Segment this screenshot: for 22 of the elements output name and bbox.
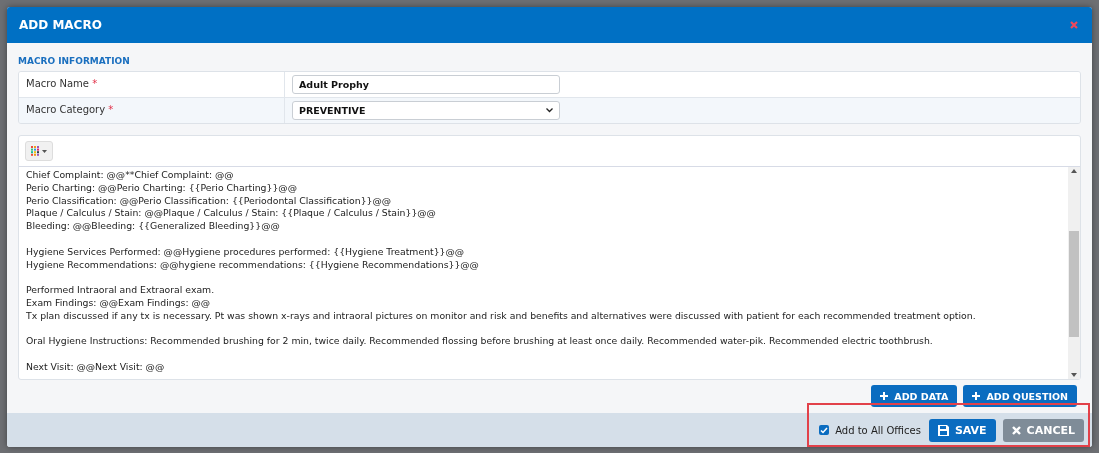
editor-text-line: Plaque / Calculus / Stain: @@Plaque / Calculus / Stain: {{Plaque / Calculus / Stain}}@@ <box>26 207 437 221</box>
save-button[interactable]: SAVE <box>928 418 996 442</box>
editor-text-line: Perio Charting: @@Perio Charting: {{Perio Charting}}@@ <box>26 181 298 195</box>
field-label: Macro Category * <box>19 98 285 123</box>
editor-text-line: Tx plan discussed if any tx is necessary. Pt was shown x-rays and intraoral pictures on monitor and risk and benefits and alternatives were discussed with patient for each recommended treatment option. <box>26 309 977 323</box>
dialog-title: ADD MACRO <box>19 18 102 32</box>
editor-text-line: Performed Intraoral and Extraoral exam. <box>26 284 216 297</box>
checkbox-label: Add to All Offices <box>835 424 921 436</box>
add-button[interactable]: ADD DATA <box>871 385 958 407</box>
category-dropdown[interactable]: PREVENTIVE <box>292 101 560 120</box>
editor-text-line: Next Visit: @@Next Visit: @@ <box>26 360 166 374</box>
editor-text-line: Hygiene Services Performed: @@Hygiene procedures performed: {{Hygiene Treatment}}@@ <box>26 245 466 259</box>
editor-text-line: Oral Hygiene Instructions: Recommended brushing for 2 min, twice daily. Recommended flossing before brushing at least once daily. Recommended water-pik. Recommended electric toothbrush. <box>26 335 934 349</box>
editor-text-line: Perio Classification: @@Perio Classification: {{Periodontal Classification}}@@ <box>26 194 393 208</box>
add-button[interactable]: ADD QUESTION <box>963 385 1077 407</box>
section-title: MACRO INFORMATION <box>18 56 131 66</box>
name-input-field[interactable]: Adult Prophy <box>292 75 560 94</box>
editor-text-line: Exam Findings: @@Exam Findings: @@ <box>26 296 212 310</box>
editor-text-line: Bleeding: @@Bleeding: {{Generalized Bleeding}}@@ <box>26 220 281 233</box>
editor-text-line: Chief Complaint: @@**Chief Complaint: @@ <box>26 169 235 182</box>
editor-text-line: Hygiene Recommendations: @@hygiene recommendations: {{Hygiene Recommendations}}@@ <box>26 258 480 272</box>
cancel-button[interactable]: CANCEL <box>1002 418 1084 442</box>
